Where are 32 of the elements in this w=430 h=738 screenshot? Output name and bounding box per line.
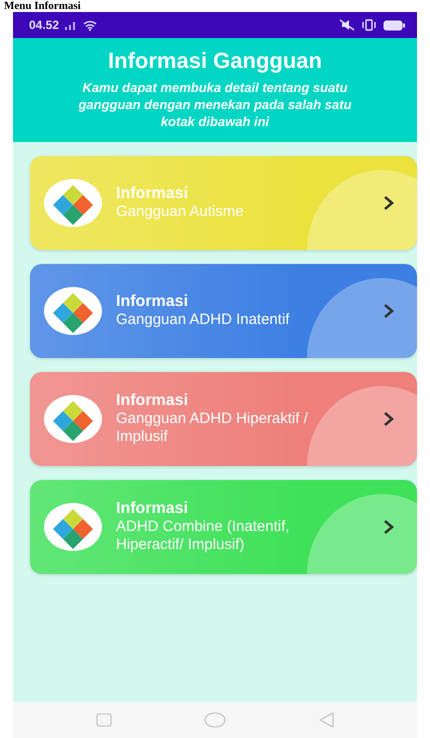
puzzle-icon — [44, 395, 102, 443]
status-time: 04.52 — [29, 18, 60, 32]
wifi-icon — [83, 20, 98, 30]
vibrate-icon — [361, 19, 377, 31]
card-title: Informasi — [116, 500, 188, 518]
puzzle-icon — [44, 287, 102, 335]
disorder-card[interactable]: Informasi Gangguan ADHD Hiperaktif / Implusif — [30, 372, 417, 466]
disorder-card[interactable]: Informasi Gangguan Autisme — [30, 156, 417, 250]
disorder-card[interactable]: Informasi ADHD Combine (Inatentif, Hiperactif/ Implusif) — [30, 480, 417, 574]
mute-icon — [339, 19, 355, 31]
back-button[interactable] — [318, 712, 334, 728]
page-caption: Menu Informasi — [3, 0, 81, 12]
card-subtitle: Gangguan ADHD Inatentif — [116, 311, 290, 329]
home-button[interactable] — [204, 712, 226, 728]
signal-icon — [65, 20, 78, 30]
card-title: Informasi — [116, 185, 188, 203]
puzzle-icon — [44, 179, 102, 227]
puzzle-icon — [44, 503, 102, 551]
header-title: Informasi Gangguan — [108, 48, 322, 74]
card-subtitle: Gangguan ADHD Hiperaktif / Implusif — [116, 410, 309, 446]
chevron-right-icon — [383, 519, 395, 535]
battery-icon — [383, 20, 405, 30]
card-subtitle: ADHD Combine (Inatentif, Hiperactif/ Implusif) — [116, 518, 290, 554]
disorder-card[interactable]: Informasi Gangguan ADHD Inatentif — [30, 264, 417, 358]
card-title: Informasi — [116, 392, 188, 410]
chevron-right-icon — [383, 195, 395, 211]
chevron-right-icon — [383, 303, 395, 319]
card-subtitle: Gangguan Autisme — [116, 203, 245, 221]
card-title: Informasi — [116, 293, 188, 311]
header-subtitle: Kamu dapat membuka detail tentang suatu gangguan dengan menekan pada salah satu kotak dibawah ini — [77, 79, 353, 130]
recent-apps-button[interactable] — [96, 713, 112, 727]
chevron-right-icon — [383, 411, 395, 427]
